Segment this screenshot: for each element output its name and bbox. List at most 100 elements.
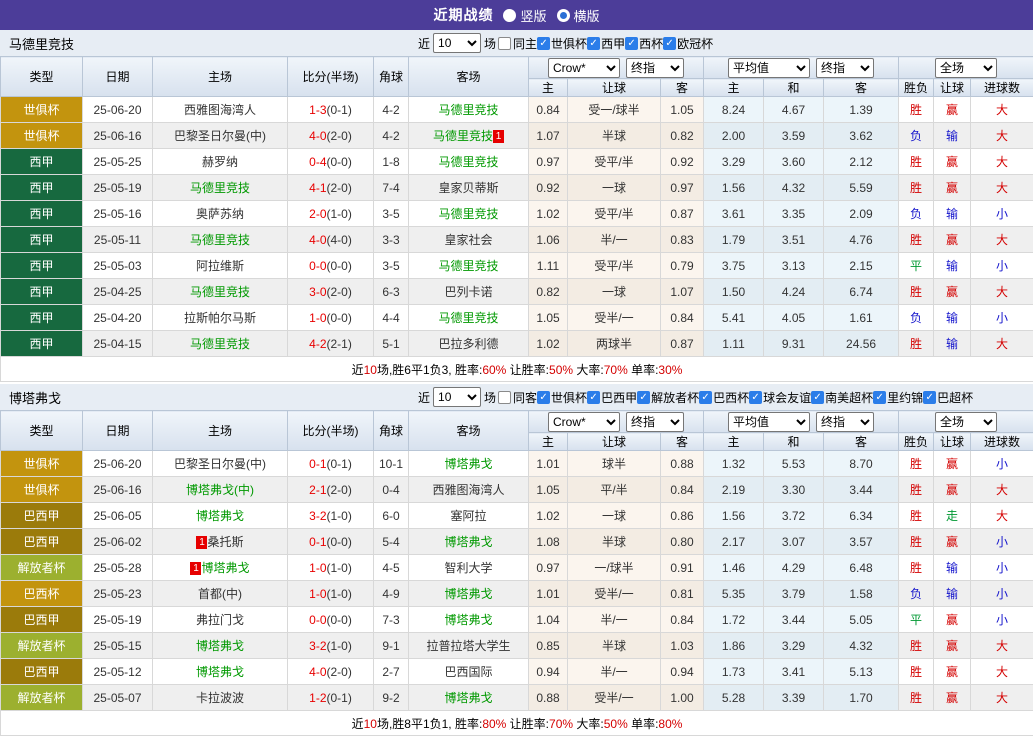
- home-team[interactable]: 巴黎圣日尔曼(中): [174, 129, 266, 143]
- home-team[interactable]: 博塔弗戈: [196, 639, 244, 653]
- away-team[interactable]: 巴拉多利德: [438, 337, 498, 351]
- away-team[interactable]: 马德里竞技: [438, 155, 498, 169]
- away-team[interactable]: 马德里竞技: [438, 311, 498, 325]
- home-team[interactable]: 马德里竞技: [190, 181, 250, 195]
- home-team[interactable]: 马德里竞技: [190, 233, 250, 247]
- layout-radio-vertical[interactable]: 竖版: [503, 6, 546, 25]
- odds-handicap: 受平/半: [568, 201, 661, 227]
- checkbox-checked-icon[interactable]: ✓: [587, 391, 600, 404]
- fulltime-select[interactable]: 全场: [935, 412, 997, 432]
- away-team[interactable]: 博塔弗戈: [444, 691, 492, 705]
- checkbox-checked-icon[interactable]: ✓: [537, 37, 550, 50]
- radio-unselected-icon[interactable]: [503, 9, 516, 22]
- home-team[interactable]: 博塔弗戈: [196, 509, 244, 523]
- home-team[interactable]: 赫罗纳: [202, 155, 238, 169]
- avg-home: 5.28: [704, 685, 764, 711]
- league-filter-item[interactable]: ✓球会友谊: [749, 389, 811, 406]
- home-team[interactable]: 阿拉维斯: [196, 259, 244, 273]
- bookmaker-select[interactable]: Crow*: [548, 58, 620, 78]
- home-team[interactable]: 桑托斯: [207, 535, 243, 549]
- odds-handicap: 受半/一: [568, 581, 661, 607]
- home-team[interactable]: 首都(中): [198, 587, 242, 601]
- league-filter-item[interactable]: ✓巴西杯: [699, 389, 749, 406]
- table-row: 西甲 25-05-16 奥萨苏纳 2-0(1-0) 3-5 马德里竞技 1.02…: [1, 201, 1033, 227]
- final-odds-select-2[interactable]: 终指: [816, 58, 874, 78]
- result-goals: 大: [971, 477, 1033, 503]
- bookmaker-select[interactable]: Crow*: [548, 412, 620, 432]
- away-team[interactable]: 智利大学: [444, 561, 492, 575]
- final-odds-select-2[interactable]: 终指: [816, 412, 874, 432]
- away-team[interactable]: 博塔弗戈: [444, 457, 492, 471]
- match-filter: 近 10 场 同主 ✓世俱杯✓西甲✓西杯✓欧冠杯: [418, 33, 713, 53]
- score-halftime: (0-1): [327, 457, 352, 471]
- league-filter-item[interactable]: ✓里约锦: [873, 389, 923, 406]
- average-select[interactable]: 平均值: [728, 58, 810, 78]
- home-team[interactable]: 奥萨苏纳: [196, 207, 244, 221]
- home-team[interactable]: 博塔弗戈(中): [186, 483, 254, 497]
- avg-home: 1.32: [704, 451, 764, 477]
- col-type: 类型: [1, 57, 83, 97]
- checkbox-checked-icon[interactable]: ✓: [699, 391, 712, 404]
- home-team[interactable]: 博塔弗戈: [201, 561, 249, 575]
- odds-home: 1.11: [529, 253, 568, 279]
- score-halftime: (2-0): [327, 181, 352, 195]
- league-filter-item[interactable]: ✓巴西甲: [587, 389, 637, 406]
- avg-draw: 3.41: [764, 659, 824, 685]
- radio-selected-icon[interactable]: [557, 9, 570, 22]
- odds-home: 0.94: [529, 659, 568, 685]
- league-filter-item[interactable]: ✓欧冠杯: [663, 35, 713, 52]
- checkbox-checked-icon[interactable]: ✓: [663, 37, 676, 50]
- league-filter-item[interactable]: ✓南美超杯: [811, 389, 873, 406]
- away-team[interactable]: 皇家社会: [444, 233, 492, 247]
- home-team[interactable]: 巴黎圣日尔曼(中): [174, 457, 266, 471]
- checkbox-checked-icon[interactable]: ✓: [587, 37, 600, 50]
- home-team[interactable]: 博塔弗戈: [196, 665, 244, 679]
- odds-away: 0.84: [661, 477, 704, 503]
- checkbox-checked-icon[interactable]: ✓: [749, 391, 762, 404]
- league-filter-item[interactable]: ✓西杯: [625, 35, 663, 52]
- final-odds-select-1[interactable]: 终指: [626, 412, 684, 432]
- league-filter-item[interactable]: ✓世俱杯: [537, 389, 587, 406]
- away-team[interactable]: 博塔弗戈: [444, 613, 492, 627]
- away-team[interactable]: 马德里竞技: [438, 259, 498, 273]
- match-count-select[interactable]: 10: [433, 387, 481, 407]
- checkbox-unchecked-icon[interactable]: [498, 37, 511, 50]
- checkbox-checked-icon[interactable]: ✓: [637, 391, 650, 404]
- home-team[interactable]: 弗拉门戈: [196, 613, 244, 627]
- away-team[interactable]: 博塔弗戈: [444, 535, 492, 549]
- checkbox-checked-icon[interactable]: ✓: [537, 391, 550, 404]
- result-goals: 大: [971, 123, 1033, 149]
- checkbox-unchecked-icon[interactable]: [498, 391, 511, 404]
- away-team[interactable]: 马德里竞技: [438, 207, 498, 221]
- checkbox-checked-icon[interactable]: ✓: [625, 37, 638, 50]
- home-team[interactable]: 马德里竞技: [190, 337, 250, 351]
- home-team[interactable]: 马德里竞技: [190, 285, 250, 299]
- checkbox-checked-icon[interactable]: ✓: [873, 391, 886, 404]
- away-team[interactable]: 皇家贝蒂斯: [438, 181, 498, 195]
- league-filter-item[interactable]: ✓巴超杯: [923, 389, 973, 406]
- team-title: 博塔弗戈: [9, 388, 61, 407]
- away-team[interactable]: 巴列卡诺: [444, 285, 492, 299]
- checkbox-checked-icon[interactable]: ✓: [811, 391, 824, 404]
- fulltime-select[interactable]: 全场: [935, 58, 997, 78]
- average-select[interactable]: 平均值: [728, 412, 810, 432]
- away-team[interactable]: 博塔弗戈: [444, 587, 492, 601]
- league-filter-item[interactable]: ✓世俱杯: [537, 35, 587, 52]
- away-team[interactable]: 拉普拉塔大学生: [426, 639, 510, 653]
- league-filter-item[interactable]: ✓解放者杯: [637, 389, 699, 406]
- home-team[interactable]: 西雅图海湾人: [184, 103, 256, 117]
- home-team[interactable]: 拉斯帕尔马斯: [184, 311, 256, 325]
- league-filter-item[interactable]: ✓西甲: [587, 35, 625, 52]
- result-goals: 大: [971, 685, 1033, 711]
- away-team[interactable]: 巴西国际: [444, 665, 492, 679]
- away-team[interactable]: 马德里竞技: [433, 129, 493, 143]
- away-team[interactable]: 马德里竞技: [438, 103, 498, 117]
- away-team[interactable]: 塞阿拉: [450, 509, 486, 523]
- layout-radio-horizontal[interactable]: 横版: [557, 6, 600, 25]
- checkbox-checked-icon[interactable]: ✓: [923, 391, 936, 404]
- final-odds-select-1[interactable]: 终指: [626, 58, 684, 78]
- match-count-select[interactable]: 10: [433, 33, 481, 53]
- result-goals: 大: [971, 633, 1033, 659]
- away-team[interactable]: 西雅图海湾人: [432, 483, 504, 497]
- home-team[interactable]: 卡拉波波: [196, 691, 244, 705]
